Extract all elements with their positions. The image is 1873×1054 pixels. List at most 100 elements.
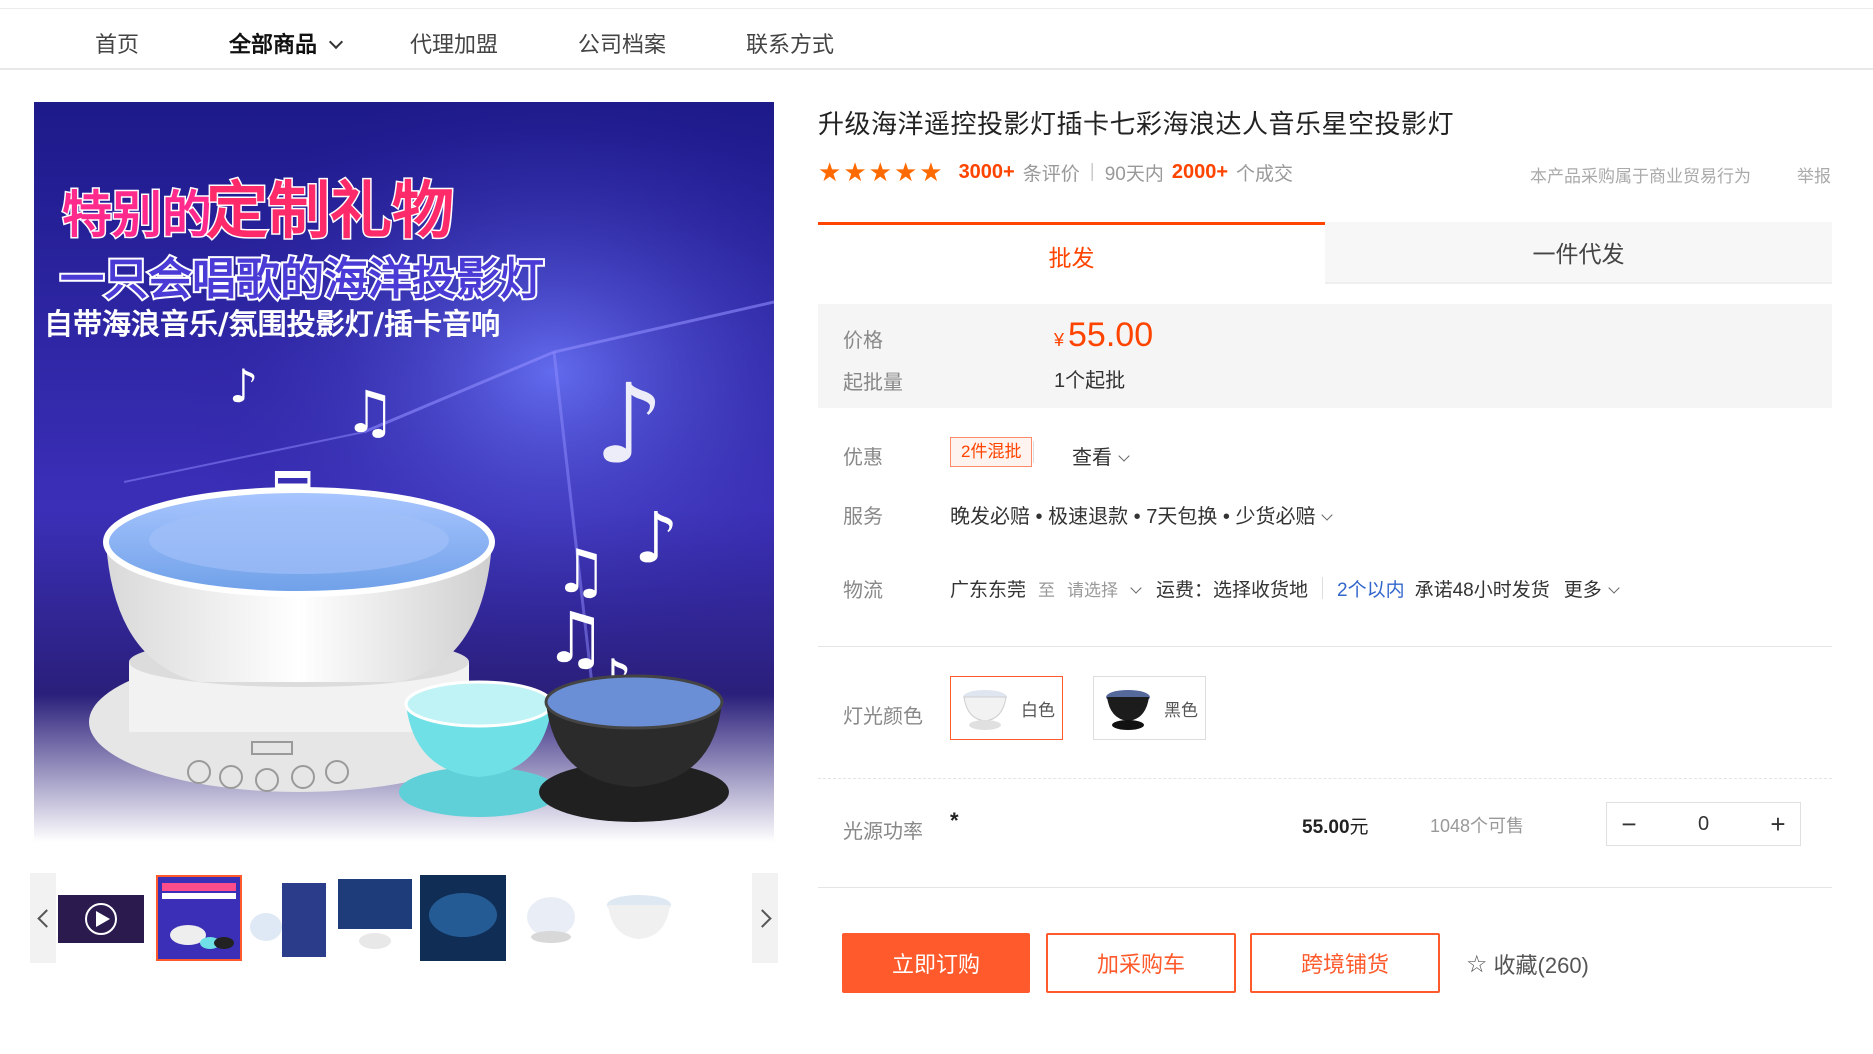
quantity-stepper: − 0 + — [1606, 802, 1801, 846]
logistics-label: 物流 — [843, 580, 883, 602]
nav-all-products[interactable]: 全部商品 — [229, 27, 344, 59]
purchase-mode-tabs: 批发 一件代发 — [818, 222, 1832, 286]
price-label: 价格 — [843, 330, 883, 352]
headline-line2: 一只会唱歌的海洋投影灯 — [60, 254, 544, 305]
nav-agency[interactable]: 代理加盟 — [410, 27, 498, 59]
star-icon: ★ — [893, 157, 918, 187]
thumb-prev-button[interactable] — [30, 873, 56, 963]
svg-text:♪: ♪ — [229, 359, 258, 413]
section-divider — [818, 887, 1832, 888]
thumbnail-4[interactable] — [420, 875, 506, 961]
thumb-graphic — [332, 875, 418, 961]
report-link[interactable]: 举报 — [1797, 162, 1831, 187]
thumbnail-strip — [30, 873, 780, 965]
service-text: 晚发必赔 • 极速退款 • 7天包换 • 少货必赔 — [950, 506, 1316, 528]
chevron-down-icon — [1608, 581, 1620, 594]
rating-row: ★ ★ ★ ★ ★ 3000+ 条评价 | 90天内 2000+ 个成交 — [818, 158, 1293, 186]
currency-symbol: ¥ — [1054, 330, 1065, 350]
sku-price-unit: 元 — [1349, 817, 1369, 838]
thumbnail-3[interactable] — [332, 875, 418, 961]
promo-divider — [1033, 441, 1034, 463]
thumbnail-5[interactable] — [508, 875, 594, 961]
chevron-right-icon — [752, 908, 772, 928]
promo-view-label: 查看 — [1072, 447, 1112, 469]
tab-dropship[interactable]: 一件代发 — [1325, 222, 1832, 284]
promo-badge[interactable]: 2件混批 — [950, 437, 1033, 467]
section-divider — [818, 646, 1832, 647]
price-number: 55.00 — [1068, 316, 1154, 354]
thumb-graphic — [508, 875, 594, 961]
increment-button[interactable]: + — [1756, 803, 1800, 845]
product-title: 升级海洋遥控投影灯插卡七彩海浪达人音乐星空投影灯 — [818, 110, 1455, 140]
more-label: 更多 — [1563, 579, 1602, 601]
nav-all-products-label: 全部商品 — [229, 32, 318, 57]
chevron-down-icon — [1130, 581, 1142, 594]
thumbnail-2[interactable] — [244, 875, 330, 961]
main-product-image[interactable]: ♪ ♫ ♬ ♪ ♪ ♫ ♫ ♪ 特别的 定制礼物 一只会唱歌的海洋投影灯 自带海… — [34, 102, 774, 842]
tab-wholesale[interactable]: 批发 — [818, 222, 1325, 286]
thumbnail-1[interactable] — [156, 875, 242, 961]
thumb-next-button[interactable] — [752, 873, 778, 963]
decrement-button[interactable]: − — [1607, 803, 1651, 845]
headline-line1b: 定制礼物 — [206, 174, 454, 247]
color-label: 灯光颜色 — [843, 706, 923, 728]
nav-home[interactable]: 首页 — [95, 27, 139, 59]
chevron-down-icon — [328, 34, 344, 50]
trade-note: 本产品采购属于商业贸易行为 — [1530, 167, 1751, 186]
nav-company-profile[interactable]: 公司档案 — [578, 27, 666, 59]
to-label: 至 — [1038, 580, 1056, 600]
quantity-input[interactable]: 0 — [1651, 813, 1756, 836]
period-label: 90天内 — [1104, 163, 1164, 185]
price-box: 价格 ¥55.00 起批量 1个起批 — [818, 304, 1832, 408]
review-label[interactable]: 条评价 — [1023, 159, 1080, 186]
ship-promise: 承诺48小时发货 — [1414, 579, 1550, 601]
chevron-down-icon — [1321, 509, 1334, 521]
star-icon: ★ — [843, 157, 867, 187]
sku-label: 光源功率 — [843, 821, 923, 843]
color-option-white[interactable]: 白色 — [950, 676, 1063, 740]
moq-value: 1个起批 — [1054, 370, 1126, 392]
deal-count: 2000+ — [1171, 160, 1228, 183]
svg-text:♪: ♪ — [634, 497, 679, 579]
product-illustration: ♪ ♫ ♬ ♪ ♪ ♫ ♫ ♪ 特别的 定制礼物 一只会唱歌的海洋投影灯 自带海… — [34, 102, 774, 842]
chevron-down-icon — [1118, 450, 1130, 462]
favorite-button[interactable]: ☆ 收藏(260) — [1466, 948, 1589, 980]
favorite-label: 收藏(260) — [1493, 953, 1589, 978]
more-logistics-button[interactable]: 更多 — [1563, 575, 1620, 602]
rating-stars: ★ ★ ★ ★ ★ — [818, 159, 943, 185]
logistics-row: 广东东莞 至 请选择 运费：选择收货地 2个以内 承诺48小时发货 更多 — [950, 574, 1620, 602]
color-option-black[interactable]: 黑色 — [1093, 676, 1206, 740]
price-value: ¥55.00 — [1054, 316, 1153, 355]
meta-divider: | — [1089, 161, 1095, 182]
store-nav: 首页 全部商品 代理加盟 公司档案 联系方式 — [0, 9, 1873, 70]
deal-label: 个成交 — [1236, 163, 1294, 185]
shipping-fee: 运费：选择收货地 — [1156, 579, 1309, 601]
svg-text:♪: ♪ — [594, 360, 664, 488]
chevron-left-icon — [36, 908, 56, 928]
star-outline-icon: ☆ — [1466, 950, 1488, 978]
review-count[interactable]: 3000+ — [959, 161, 1015, 184]
thumbnail-video[interactable] — [58, 875, 144, 961]
star-icon: ★ — [919, 157, 943, 187]
headline-line3: 自带海浪音乐/氛围投影灯/插卡音响 — [44, 307, 500, 341]
destination-placeholder: 请选择 — [1067, 580, 1119, 600]
buy-now-button[interactable]: 立即订购 — [842, 933, 1030, 993]
promo-label: 优惠 — [843, 447, 883, 469]
star-icon: ★ — [818, 157, 842, 187]
service-list[interactable]: 晚发必赔 • 极速退款 • 7天包换 • 少货必赔 — [950, 500, 1334, 529]
star-icon: ★ — [868, 157, 892, 187]
thumb-graphic — [244, 875, 330, 961]
color-option-label: 黑色 — [1164, 700, 1198, 720]
thumb-graphic — [596, 875, 682, 961]
service-label: 服务 — [843, 506, 883, 528]
add-to-cart-button[interactable]: 加采购车 — [1046, 933, 1236, 993]
promo-view-button[interactable]: 查看 — [1072, 441, 1130, 470]
svg-text:♫: ♫ — [344, 378, 396, 446]
destination-select[interactable]: 请选择 — [1067, 576, 1142, 601]
sku-value: * — [950, 808, 959, 833]
sku-price-number: 55.00 — [1302, 817, 1350, 838]
thumbnail-6[interactable] — [596, 875, 682, 961]
cross-border-button[interactable]: 跨境铺货 — [1250, 933, 1440, 993]
nav-contact[interactable]: 联系方式 — [746, 27, 834, 59]
logistics-divider — [1322, 577, 1324, 599]
